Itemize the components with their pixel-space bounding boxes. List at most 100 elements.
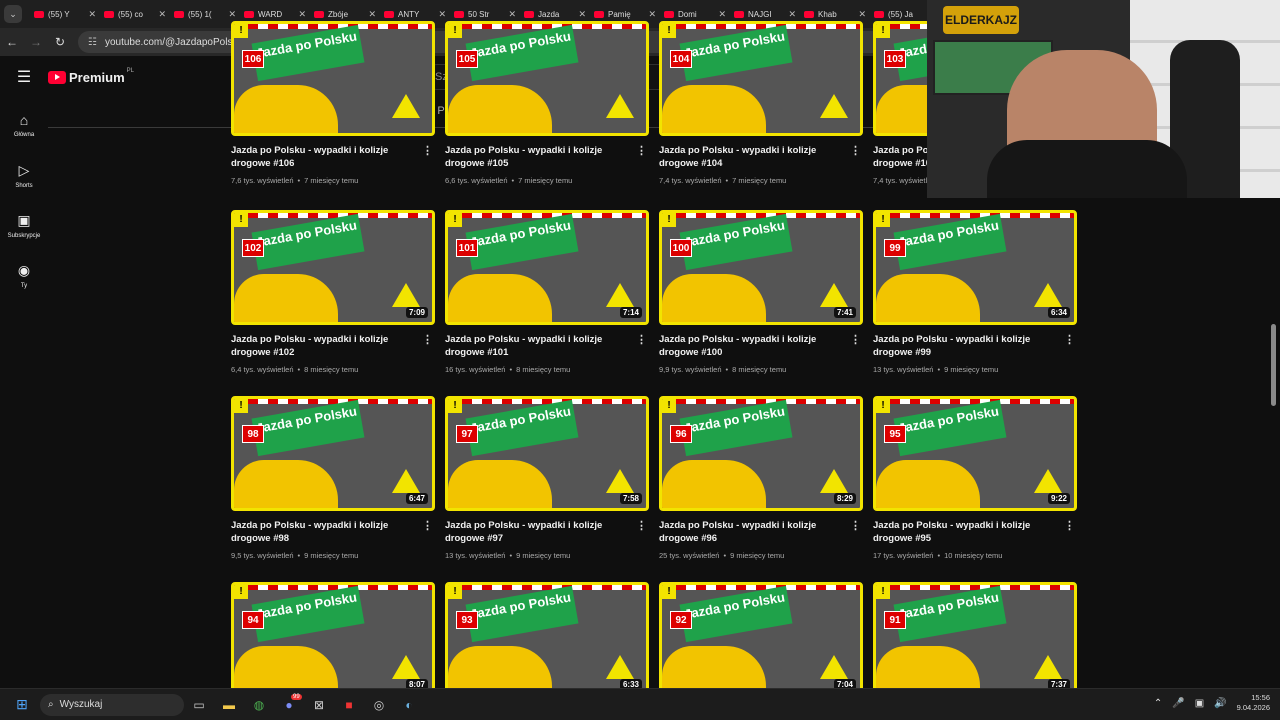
warning-sign-icon: !	[662, 24, 676, 38]
video-duration: 6:33	[619, 679, 642, 688]
video-title[interactable]: Jazda po Polsku - wypadki i kolizje drog…	[231, 333, 421, 359]
video-card[interactable]: ! Jazda po Polsku 96 8:29 Jazda po Polsku - …	[659, 396, 863, 560]
video-title[interactable]: Jazda po Polsku - wypadki i kolizje drog…	[445, 519, 635, 545]
more-actions-icon[interactable]: ⋮	[636, 519, 647, 532]
volume-icon[interactable]: 🔊	[1214, 698, 1226, 709]
crashed-car-graphic	[234, 85, 338, 133]
more-actions-icon[interactable]: ⋮	[636, 333, 647, 346]
crashed-car-graphic	[662, 460, 766, 508]
video-title[interactable]: Jazda po Polsku - wypadki i kolizje drog…	[659, 144, 849, 170]
webcam-shirt	[987, 140, 1187, 198]
video-card[interactable]: ! Jazda po Polsku 102 7:09 Jazda po Polsku -…	[231, 210, 435, 374]
xbox-icon[interactable]: ⊠	[304, 698, 334, 712]
episode-number: 95	[884, 425, 906, 443]
video-card[interactable]: ! Jazda po Polsku 100 7:41 Jazda po Polsku -…	[659, 210, 863, 374]
video-title[interactable]: Jazda po Polsku - wypadki i kolizje drog…	[231, 144, 421, 170]
video-card[interactable]: ! Jazda po Polsku 105 Jazda po Polsku - wyp…	[445, 21, 649, 185]
task-view-icon[interactable]: ▭	[184, 698, 214, 712]
warning-sign-icon: !	[448, 213, 462, 227]
system-tray: ⌃ 🎤 ▣ 🔊 15:56 9.04.2026	[1154, 693, 1270, 713]
crashed-car-graphic	[448, 646, 552, 688]
video-thumbnail[interactable]: ! Jazda po Polsku 97 7:58	[445, 396, 649, 511]
video-thumbnail[interactable]: ! Jazda po Polsku 91 7:37	[873, 582, 1077, 688]
taskbar-search[interactable]: ⌕ Wyszukaj	[40, 693, 184, 716]
video-title[interactable]: Jazda po Polsku - wypadki i kolizje drog…	[659, 519, 849, 545]
taskbar-search-placeholder: Wyszukaj	[59, 699, 103, 710]
network-icon[interactable]: ▣	[1195, 698, 1204, 709]
meta-separator: •	[723, 551, 727, 560]
video-card[interactable]: ! Jazda po Polsku 97 7:58 Jazda po Polsku - …	[445, 396, 649, 560]
video-thumbnail[interactable]: ! Jazda po Polsku 93 6:33	[445, 582, 649, 688]
more-actions-icon[interactable]: ⋮	[422, 519, 433, 532]
view-count: 16 tys. wyświetleń	[445, 365, 506, 374]
video-card[interactable]: ! Jazda po Polsku 101 7:14 Jazda po Polsku -…	[445, 210, 649, 374]
video-duration: 7:04	[833, 679, 856, 688]
clock-time: 15:56	[1251, 693, 1270, 702]
video-card[interactable]: ! Jazda po Polsku 99 6:34 Jazda po Polsku - …	[873, 210, 1077, 374]
video-card[interactable]: ! Jazda po Polsku 91 7:37	[873, 582, 1077, 688]
video-title[interactable]: Jazda po Polsku - wypadki i kolizje drog…	[445, 144, 635, 170]
page-scrollbar[interactable]	[1271, 324, 1276, 406]
episode-number: 99	[884, 239, 906, 257]
tray-chevron-icon[interactable]: ⌃	[1154, 698, 1162, 709]
video-card[interactable]: ! Jazda po Polsku 106 Jazda po Polsku - wyp…	[231, 21, 435, 185]
crashed-car-graphic	[234, 274, 338, 322]
video-thumbnail[interactable]: ! Jazda po Polsku 95 9:22	[873, 396, 1077, 511]
video-thumbnail[interactable]: ! Jazda po Polsku 104	[659, 21, 863, 136]
warning-triangle-icon	[820, 655, 848, 679]
discord-icon[interactable]: ● 99	[274, 693, 304, 712]
thumbnail-banner: Jazda po Polsku	[893, 213, 1007, 271]
warning-triangle-icon	[1034, 655, 1062, 679]
more-actions-icon[interactable]: ⋮	[422, 333, 433, 346]
meta-separator: •	[297, 551, 301, 560]
video-title[interactable]: Jazda po Polsku - wypadki i kolizje drog…	[659, 333, 849, 359]
video-duration: 7:14	[619, 307, 642, 318]
video-card[interactable]: ! Jazda po Polsku 92 7:04	[659, 582, 863, 688]
warning-triangle-icon	[820, 283, 848, 307]
video-thumbnail[interactable]: ! Jazda po Polsku 105	[445, 21, 649, 136]
video-card[interactable]: ! Jazda po Polsku 98 6:47 Jazda po Polsku - …	[231, 396, 435, 560]
red-app-icon[interactable]: ■	[334, 698, 364, 712]
video-title[interactable]: Jazda po Polsku - wypadki i kolizje drog…	[873, 519, 1063, 545]
video-thumbnail[interactable]: ! Jazda po Polsku 98 6:47	[231, 396, 435, 511]
windows-start-icon[interactable]: ⊞	[8, 696, 36, 713]
video-thumbnail[interactable]: ! Jazda po Polsku 94 8:07	[231, 582, 435, 688]
steam-icon[interactable]: ◐	[394, 698, 424, 712]
meta-separator: •	[511, 176, 515, 185]
meta-separator: •	[937, 365, 941, 374]
more-actions-icon[interactable]: ⋮	[1064, 519, 1075, 532]
warning-triangle-icon	[606, 94, 634, 118]
video-title[interactable]: Jazda po Polsku - wypadki i kolizje drog…	[231, 519, 421, 545]
more-actions-icon[interactable]: ⋮	[422, 144, 433, 157]
video-thumbnail[interactable]: ! Jazda po Polsku 106	[231, 21, 435, 136]
microphone-icon[interactable]: 🎤	[1172, 698, 1184, 709]
chrome-icon[interactable]: ◍	[244, 698, 274, 712]
video-title[interactable]: Jazda po Polsku - wypadki i kolizje drog…	[873, 333, 1063, 359]
episode-number: 102	[242, 239, 264, 257]
warning-sign-icon: !	[876, 585, 890, 599]
video-thumbnail[interactable]: ! Jazda po Polsku 92 7:04	[659, 582, 863, 688]
video-title[interactable]: Jazda po Polsku - wypadki i kolizje drog…	[445, 333, 635, 359]
video-thumbnail[interactable]: ! Jazda po Polsku 100 7:41	[659, 210, 863, 325]
video-card[interactable]: ! Jazda po Polsku 104 Jazda po Polsku - wyp…	[659, 21, 863, 185]
video-card[interactable]: ! Jazda po Polsku 93 6:33	[445, 582, 649, 688]
video-thumbnail[interactable]: ! Jazda po Polsku 96 8:29	[659, 396, 863, 511]
clock[interactable]: 15:56 9.04.2026	[1237, 693, 1270, 713]
video-card[interactable]: ! Jazda po Polsku 94 8:07	[231, 582, 435, 688]
episode-number: 100	[670, 239, 692, 257]
clock-date: 9.04.2026	[1236, 703, 1270, 712]
warning-sign-icon: !	[234, 399, 248, 413]
video-card[interactable]: ! Jazda po Polsku 95 9:22 Jazda po Polsku - …	[873, 396, 1077, 560]
more-actions-icon[interactable]: ⋮	[636, 144, 647, 157]
episode-number: 98	[242, 425, 264, 443]
more-actions-icon[interactable]: ⋮	[1064, 333, 1075, 346]
video-thumbnail[interactable]: ! Jazda po Polsku 102 7:09	[231, 210, 435, 325]
obs-icon[interactable]: ◎	[364, 698, 394, 712]
more-actions-icon[interactable]: ⋮	[850, 333, 861, 346]
video-thumbnail[interactable]: ! Jazda po Polsku 99 6:34	[873, 210, 1077, 325]
video-thumbnail[interactable]: ! Jazda po Polsku 101 7:14	[445, 210, 649, 325]
upload-age: 7 miesięcy temu	[732, 176, 787, 185]
file-explorer-icon[interactable]: ▬	[214, 698, 244, 712]
more-actions-icon[interactable]: ⋮	[850, 144, 861, 157]
more-actions-icon[interactable]: ⋮	[850, 519, 861, 532]
